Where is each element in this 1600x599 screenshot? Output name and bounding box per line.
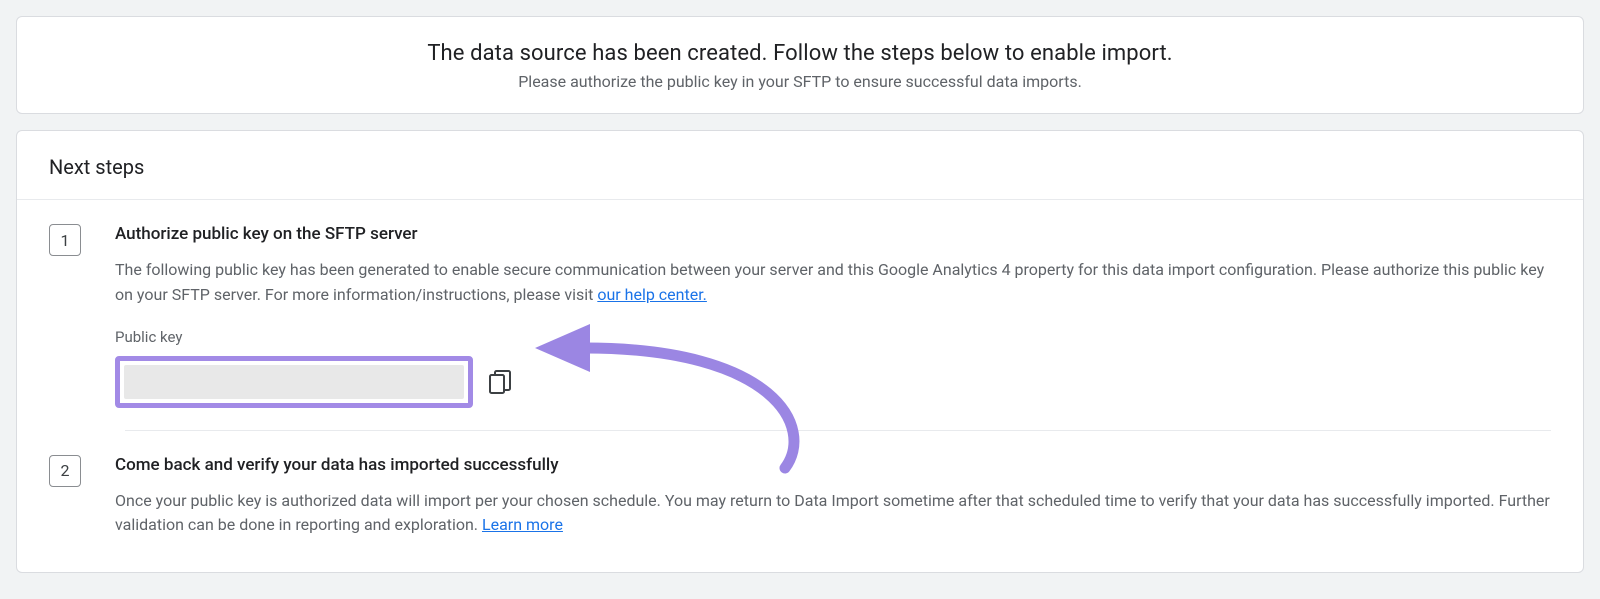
step-description: The following public key has been genera… [115, 258, 1551, 308]
step-text: The following public key has been genera… [115, 260, 1544, 304]
step-heading: Authorize public key on the SFTP server [115, 224, 1551, 244]
step-2: 2 Come back and verify your data has imp… [17, 431, 1583, 549]
public-key-highlight-box [115, 356, 473, 408]
public-key-field[interactable] [124, 365, 464, 399]
learn-more-link[interactable]: Learn more [482, 515, 563, 534]
step-number-badge: 2 [49, 455, 81, 487]
help-center-link[interactable]: our help center. [597, 285, 707, 304]
step-number-badge: 1 [49, 224, 81, 256]
banner-card: The data source has been created. Follow… [16, 16, 1584, 114]
next-steps-card: Next steps 1 Authorize public key on the… [16, 130, 1584, 573]
section-title: Next steps [17, 131, 1583, 200]
step-description: Once your public key is authorized data … [115, 489, 1551, 539]
step-heading: Come back and verify your data has impor… [115, 455, 1551, 475]
copy-icon-svg [489, 370, 511, 394]
step-text: Once your public key is authorized data … [115, 491, 1550, 535]
banner-subtitle: Please authorize the public key in your … [49, 72, 1551, 91]
public-key-label: Public key [115, 328, 1551, 346]
step-1: 1 Authorize public key on the SFTP serve… [17, 200, 1583, 418]
copy-icon[interactable] [489, 370, 511, 394]
banner-title: The data source has been created. Follow… [49, 41, 1551, 66]
